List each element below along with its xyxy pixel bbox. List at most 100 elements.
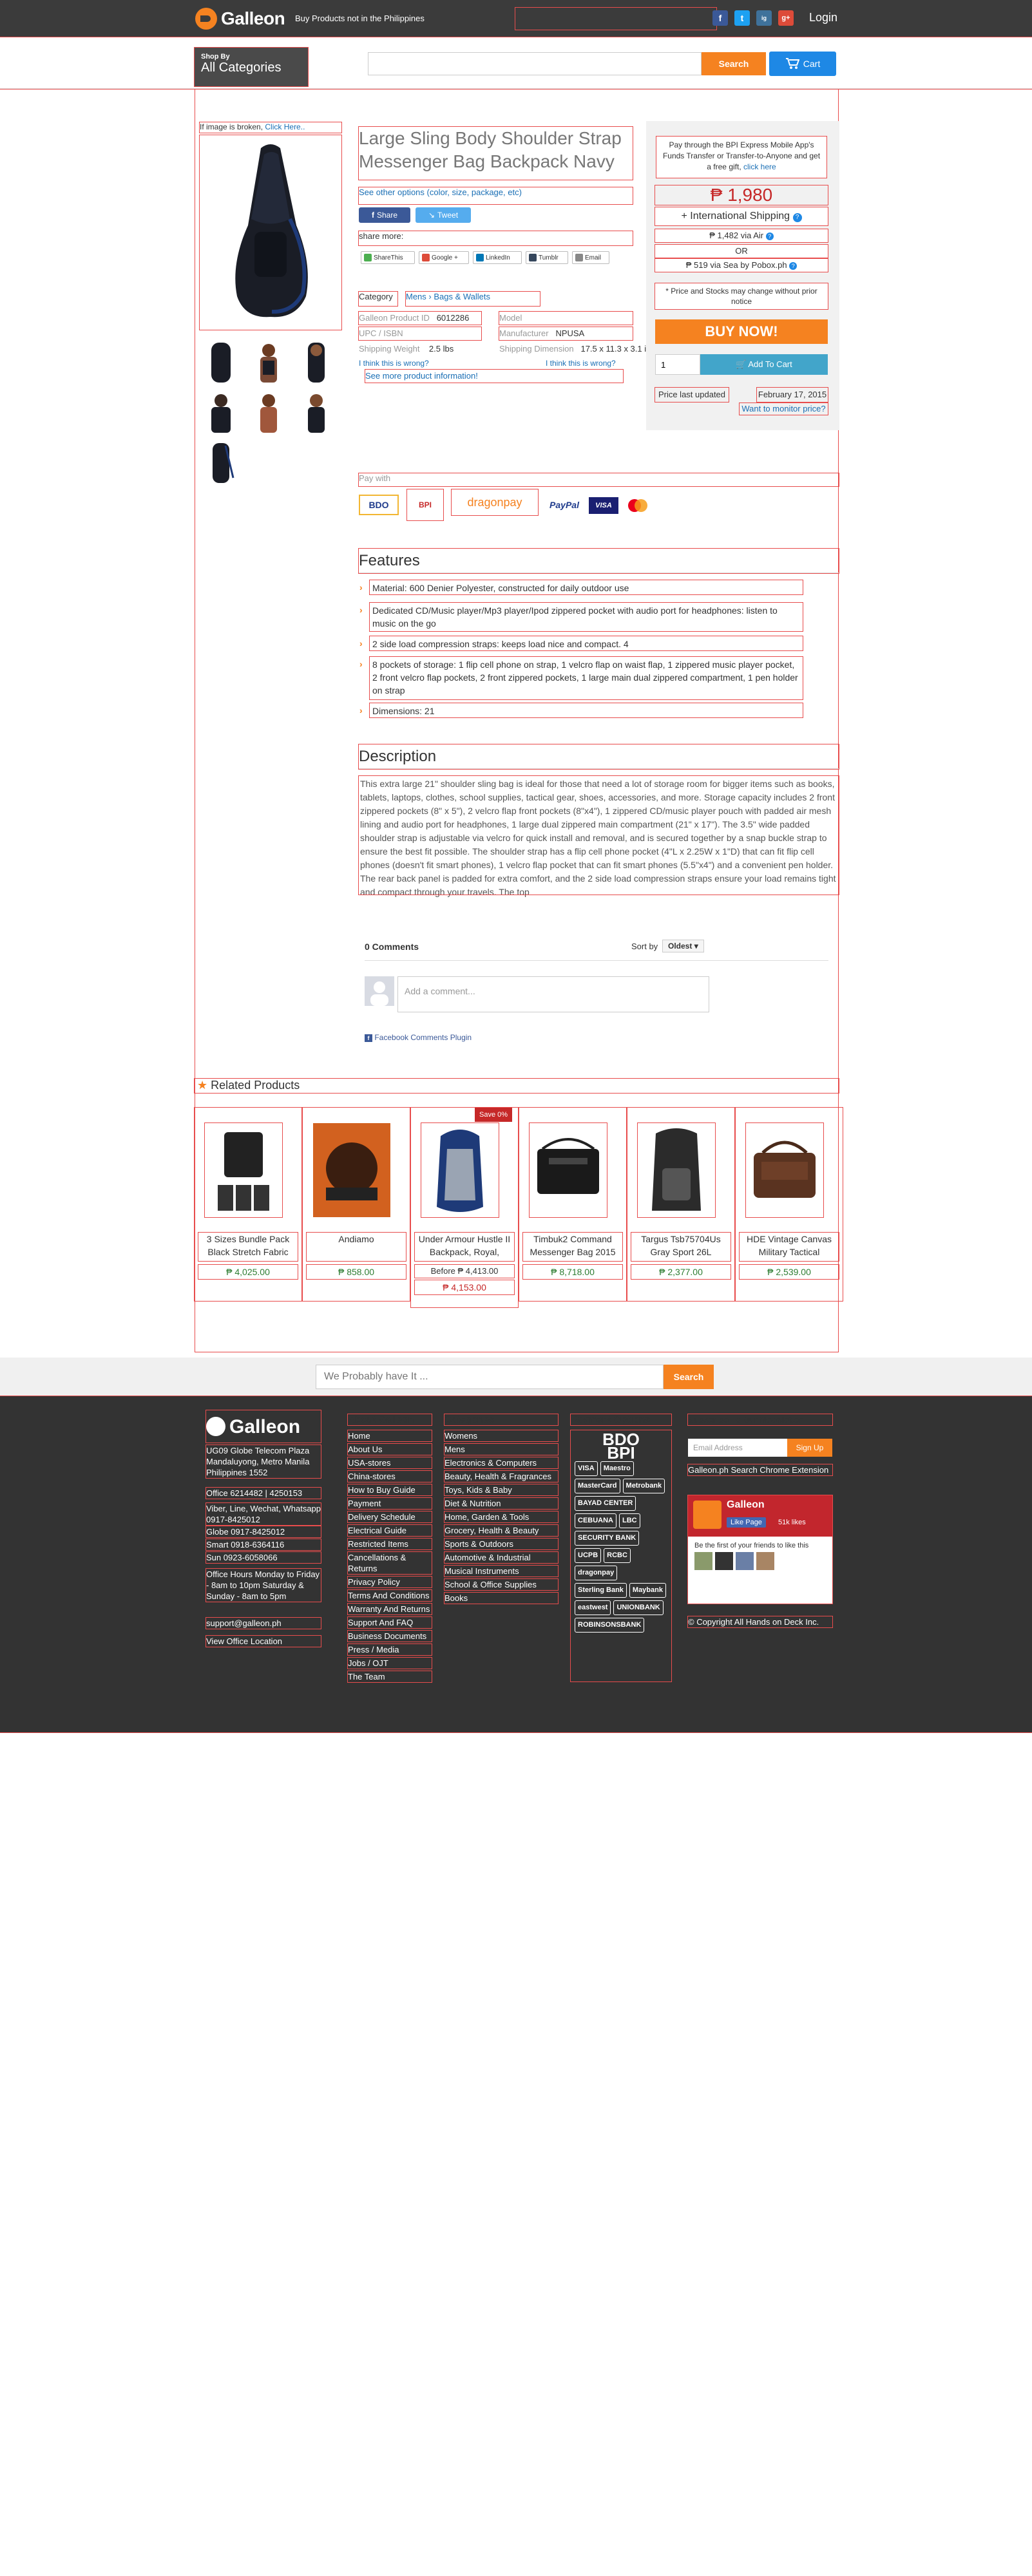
footer-about-link[interactable]: Privacy Policy: [347, 1576, 432, 1588]
comment-input[interactable]: Add a comment...: [397, 976, 709, 1012]
sharethis-button[interactable]: ShareThis: [361, 251, 415, 264]
linkedin-share-button[interactable]: LinkedIn: [473, 251, 522, 264]
main-search-input[interactable]: [368, 52, 702, 75]
footer-about-link[interactable]: Warranty And Returns: [347, 1603, 432, 1615]
footer-category-link[interactable]: Mens: [444, 1443, 559, 1455]
wrong-weight-link[interactable]: I think this is wrong?: [359, 357, 494, 370]
main-search-button[interactable]: Search: [702, 52, 766, 75]
click-here-link[interactable]: Click Here..: [265, 122, 305, 131]
wrong-dimension-link[interactable]: I think this is wrong?: [546, 357, 633, 370]
monitor-price-link[interactable]: Want to monitor price?: [739, 402, 828, 415]
footer-about-link[interactable]: Electrical Guide: [347, 1524, 432, 1537]
footer-about-link[interactable]: USA-stores: [347, 1457, 432, 1469]
product-price: ₱ 1,980: [655, 185, 828, 205]
footer-about-link[interactable]: How to Buy Guide: [347, 1484, 432, 1496]
bottom-search-input[interactable]: [316, 1365, 664, 1389]
cart-button[interactable]: Cart: [769, 52, 836, 76]
footer-about-link[interactable]: Restricted Items: [347, 1538, 432, 1550]
quantity-input[interactable]: [655, 354, 700, 375]
google-plus-share-button[interactable]: Google +: [419, 251, 469, 264]
payment-logo: CEBUANA: [575, 1513, 616, 1528]
related-product-card[interactable]: Targus Tsb75704Us Gray Sport 26L ₱ 2,377…: [627, 1107, 735, 1302]
thumbnail-2[interactable]: [247, 339, 290, 386]
related-product-card[interactable]: 3 Sizes Bundle Pack Black Stretch Fabric…: [194, 1107, 302, 1302]
international-shipping[interactable]: + International Shipping ?: [655, 207, 828, 226]
payment-logo: LBC: [619, 1513, 640, 1528]
related-product-card[interactable]: Andiamo ₱ 858.00: [302, 1107, 410, 1302]
footer-about-link[interactable]: Business Documents: [347, 1630, 432, 1642]
footer-about-link[interactable]: China-stores: [347, 1470, 432, 1482]
login-link[interactable]: Login: [809, 11, 837, 24]
newsletter-email-input[interactable]: Email Address: [688, 1439, 787, 1457]
top-search-area[interactable]: [515, 7, 717, 30]
plugin-label: Facebook Comments Plugin: [374, 1033, 472, 1042]
bpi-promo-link[interactable]: click here: [743, 162, 776, 171]
footer-about-link[interactable]: Payment: [347, 1497, 432, 1510]
facebook-icon[interactable]: f: [712, 10, 728, 26]
footer-logo[interactable]: Galleon: [205, 1410, 321, 1443]
twitter-icon[interactable]: t: [734, 10, 750, 26]
other-options-link[interactable]: See other options (color, size, package,…: [358, 187, 633, 205]
payment-logo: eastwest: [575, 1600, 611, 1615]
thumbnail-1[interactable]: [200, 339, 242, 386]
thumbnail-7[interactable]: [200, 439, 242, 487]
footer-category-link[interactable]: Beauty, Health & Fragrances: [444, 1470, 559, 1482]
newsletter-signup-button[interactable]: Sign Up: [787, 1439, 832, 1457]
instagram-icon[interactable]: ig: [756, 10, 772, 26]
buy-now-button[interactable]: BUY NOW!: [655, 319, 828, 344]
tweet-button[interactable]: ↘ Tweet: [416, 207, 471, 223]
comments-count: 0 Comments: [365, 942, 419, 952]
thumbnail-4[interactable]: [200, 389, 242, 437]
price-last-updated-date: February 17, 2015: [756, 387, 828, 402]
payment-logo: Sterling Bank: [575, 1583, 627, 1598]
footer-about-link[interactable]: Home: [347, 1430, 432, 1442]
footer-category-link[interactable]: Womens: [444, 1430, 559, 1442]
category-link[interactable]: Mens › Bags & Wallets: [405, 291, 540, 307]
footer-about-link[interactable]: Delivery Schedule: [347, 1511, 432, 1523]
footer-category-link[interactable]: Home, Garden & Tools: [444, 1511, 559, 1523]
related-product-card[interactable]: Timbuk2 Command Messenger Bag 2015 ₱ 8,7…: [519, 1107, 627, 1302]
thumbnail-6[interactable]: [295, 389, 338, 437]
thumbnail-5[interactable]: [247, 389, 290, 437]
related-product-price: ₱ 4,153.00: [414, 1280, 515, 1295]
bpi-logo: BPI: [406, 489, 444, 521]
pay-with-label: Pay with: [358, 473, 839, 487]
footer-about-link[interactable]: Jobs / OJT: [347, 1657, 432, 1669]
footer-category-link[interactable]: Sports & Outdoors: [444, 1538, 559, 1550]
email-share-button[interactable]: Email: [572, 251, 609, 264]
chrome-extension-link[interactable]: Galleon.ph Search Chrome Extension: [687, 1464, 833, 1476]
footer-about-link[interactable]: About Us: [347, 1443, 432, 1455]
related-product-card[interactable]: HDE Vintage Canvas Military Tactical ₱ 2…: [735, 1107, 843, 1302]
fb-like-page-button[interactable]: Like Page: [727, 1517, 766, 1528]
thumbnail-3[interactable]: [295, 339, 338, 386]
footer-about-link[interactable]: Press / Media: [347, 1643, 432, 1656]
footer-about-link[interactable]: Cancellations & Returns: [347, 1551, 432, 1575]
footer-about-link[interactable]: Support And FAQ: [347, 1616, 432, 1629]
main-product-image[interactable]: [199, 135, 342, 330]
footer-about-link[interactable]: The Team: [347, 1671, 432, 1683]
footer-category-link[interactable]: Grocery, Health & Beauty: [444, 1524, 559, 1537]
shop-by-categories-button[interactable]: Shop By All Categories: [194, 47, 309, 87]
see-more-info-link[interactable]: See more product information!: [365, 369, 624, 383]
facebook-share-button[interactable]: f Share: [359, 207, 410, 223]
view-office-location-link[interactable]: View Office Location: [205, 1635, 321, 1647]
galleon-logo[interactable]: Galleon: [195, 5, 292, 32]
footer-about-link[interactable]: Terms And Conditions: [347, 1589, 432, 1602]
footer-category-link[interactable]: Books: [444, 1592, 559, 1604]
footer-category-link[interactable]: School & Office Supplies: [444, 1578, 559, 1591]
footer-category-link[interactable]: Musical Instruments: [444, 1565, 559, 1577]
sort-dropdown[interactable]: Oldest ▾: [662, 940, 704, 952]
facebook-page-widget[interactable]: Galleon Like Page 51k likes Be the first…: [687, 1495, 833, 1604]
footer-email-link[interactable]: support@galleon.ph: [205, 1617, 321, 1629]
footer-category-link[interactable]: Toys, Kids & Baby: [444, 1484, 559, 1496]
footer-category-link[interactable]: Electronics & Computers: [444, 1457, 559, 1469]
google-plus-icon: [422, 254, 430, 261]
tumblr-share-button[interactable]: Tumblr: [526, 251, 568, 264]
facebook-comments-plugin-link[interactable]: f Facebook Comments Plugin: [365, 1033, 558, 1045]
footer-category-link[interactable]: Automotive & Industrial: [444, 1551, 559, 1564]
footer-category-link[interactable]: Diet & Nutrition: [444, 1497, 559, 1510]
google-plus-icon[interactable]: g+: [778, 10, 794, 26]
bottom-search-button[interactable]: Search: [664, 1365, 714, 1389]
related-product-card[interactable]: Under Armour Hustle II Backpack, Royal, …: [410, 1107, 519, 1308]
add-to-cart-button[interactable]: 🛒 Add To Cart: [700, 354, 828, 375]
